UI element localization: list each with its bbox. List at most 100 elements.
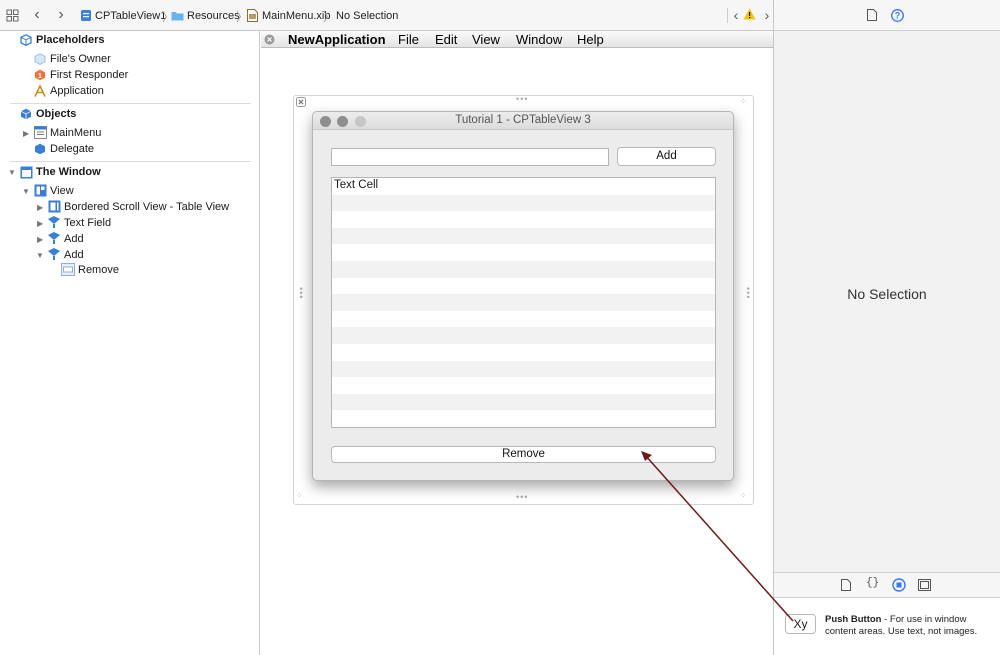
menu-app-name[interactable]: NewApplication: [288, 31, 386, 48]
folder-icon: [171, 12, 184, 21]
menu-help[interactable]: Help: [577, 31, 604, 48]
breadcrumb-resources[interactable]: Resources: [187, 9, 240, 23]
table-row[interactable]: [332, 393, 715, 411]
resize-handle-bottom-left[interactable]: ⁘: [296, 491, 303, 500]
placeholders-cube-icon: [20, 34, 32, 46]
table-row[interactable]: [332, 294, 715, 311]
inspector-tab-bar: ?: [774, 0, 1000, 31]
back-icon[interactable]: ‹: [29, 6, 45, 24]
table-row[interactable]: [332, 178, 715, 195]
media-library-icon[interactable]: [918, 579, 931, 591]
disclosure-triangle-expanded-icon[interactable]: ▼: [22, 187, 30, 196]
svg-text:?: ?: [895, 11, 901, 21]
text-field[interactable]: [331, 148, 609, 166]
menu-window[interactable]: Window: [516, 31, 562, 48]
first-responder-icon: 1: [35, 69, 45, 81]
table-row[interactable]: [332, 227, 715, 245]
text-field-control-icon: [48, 216, 60, 228]
menu-file[interactable]: File: [398, 31, 419, 48]
button-control-icon: [48, 232, 60, 244]
outline-item-first-responder[interactable]: First Responder: [50, 67, 128, 83]
xcode-project-icon: [81, 10, 91, 21]
resize-handle-right[interactable]: •••: [743, 287, 753, 299]
code-snippet-library-icon[interactable]: {}: [866, 577, 879, 589]
table-row[interactable]: [332, 244, 715, 261]
outline-item-add-button[interactable]: Add: [64, 231, 84, 247]
window-title: Tutorial 1 - CPTableView 3: [455, 114, 591, 126]
section-divider: [10, 161, 251, 162]
add-button[interactable]: Add: [617, 147, 716, 166]
table-row[interactable]: [332, 278, 715, 295]
close-menu-icon[interactable]: [264, 34, 275, 45]
table-row[interactable]: [332, 377, 715, 394]
section-objects-title: Objects: [36, 108, 77, 120]
resize-handle-top[interactable]: •••: [516, 94, 528, 104]
remove-button[interactable]: Remove: [331, 446, 716, 463]
table-text-cell[interactable]: Text Cell: [334, 179, 378, 191]
xib-file-icon: [247, 9, 258, 22]
resize-handle-bottom-right[interactable]: ⁘: [740, 491, 747, 500]
previous-issue-icon[interactable]: ‹: [728, 6, 744, 24]
breadcrumb-project[interactable]: CPTableView1: [95, 9, 166, 23]
button-cell-icon: [61, 263, 75, 276]
outline-item-remove-button[interactable]: Remove: [78, 262, 119, 278]
table-view[interactable]: [331, 177, 716, 428]
disclosure-triangle-expanded-icon[interactable]: ▼: [8, 168, 16, 177]
table-row[interactable]: [332, 360, 715, 378]
resize-handle-left[interactable]: •••: [296, 287, 306, 299]
library-item-description: Push Button - For use in window content …: [825, 614, 993, 638]
table-row[interactable]: [332, 211, 715, 228]
disclosure-triangle-collapsed-icon[interactable]: ▶: [37, 203, 45, 212]
table-row[interactable]: [332, 344, 715, 361]
outline-item-text-field[interactable]: Text Field: [64, 215, 111, 231]
outline-item-application[interactable]: Application: [50, 83, 104, 99]
outline-item-view[interactable]: View: [50, 183, 74, 199]
delegate-cube-icon: [35, 143, 45, 155]
table-row[interactable]: [332, 327, 715, 344]
files-owner-icon: [34, 53, 46, 65]
outline-item-files-owner[interactable]: File's Owner: [50, 51, 111, 67]
outline-item-delegate[interactable]: Delegate: [50, 141, 94, 157]
object-library-icon[interactable]: [892, 578, 906, 592]
document-outline: Placeholders File's Owner 1 First Respon…: [0, 31, 260, 655]
warning-icon[interactable]: [743, 8, 756, 20]
resize-handle-top-right[interactable]: ⁘: [740, 97, 747, 106]
forward-icon[interactable]: ›: [53, 6, 69, 24]
window-icon: [20, 166, 33, 179]
table-row[interactable]: [332, 260, 715, 278]
section-divider: [10, 103, 251, 104]
breadcrumb-separator-icon: 〉: [323, 10, 336, 24]
file-inspector-icon[interactable]: [867, 9, 877, 21]
objects-cube-icon: [20, 108, 32, 120]
file-template-library-icon[interactable]: [841, 579, 851, 591]
disclosure-triangle-collapsed-icon[interactable]: ▶: [37, 235, 45, 244]
outline-item-main-menu[interactable]: MainMenu: [50, 125, 101, 141]
jump-bar: ‹ › CPTableView1 〉 Resources 〉 MainMenu.…: [0, 0, 773, 31]
library-item-name: Push Button: [825, 614, 882, 625]
section-window-title[interactable]: The Window: [36, 166, 101, 178]
outline-item-add-button[interactable]: Add: [64, 247, 84, 263]
view-icon: [34, 184, 47, 197]
breadcrumb-file[interactable]: MainMenu.xib: [262, 9, 330, 23]
push-button-preview-icon[interactable]: Xy: [785, 614, 816, 634]
breadcrumb-selection[interactable]: No Selection: [336, 9, 398, 23]
close-frame-icon[interactable]: [296, 97, 306, 107]
section-placeholders-title: Placeholders: [36, 34, 105, 46]
related-items-icon[interactable]: [6, 9, 19, 22]
menu-view[interactable]: View: [472, 31, 500, 48]
table-row[interactable]: [332, 410, 715, 427]
resize-handle-bottom[interactable]: •••: [516, 492, 528, 502]
outline-item-scroll-view[interactable]: Bordered Scroll View - Table View: [64, 199, 229, 215]
library-tab-bar: {}: [774, 572, 1000, 598]
menu-edit[interactable]: Edit: [435, 31, 457, 48]
disclosure-triangle-expanded-icon[interactable]: ▼: [36, 251, 44, 260]
inspector-panel: [774, 0, 1000, 655]
table-row[interactable]: [332, 311, 715, 328]
no-selection-label: No Selection: [847, 286, 927, 302]
table-row[interactable]: [332, 194, 715, 212]
disclosure-triangle-collapsed-icon[interactable]: ▶: [23, 129, 31, 138]
disclosure-triangle-collapsed-icon[interactable]: ▶: [37, 219, 45, 228]
application-icon: [34, 85, 46, 97]
scroll-view-icon: [48, 200, 61, 213]
quick-help-icon[interactable]: ?: [891, 9, 904, 22]
